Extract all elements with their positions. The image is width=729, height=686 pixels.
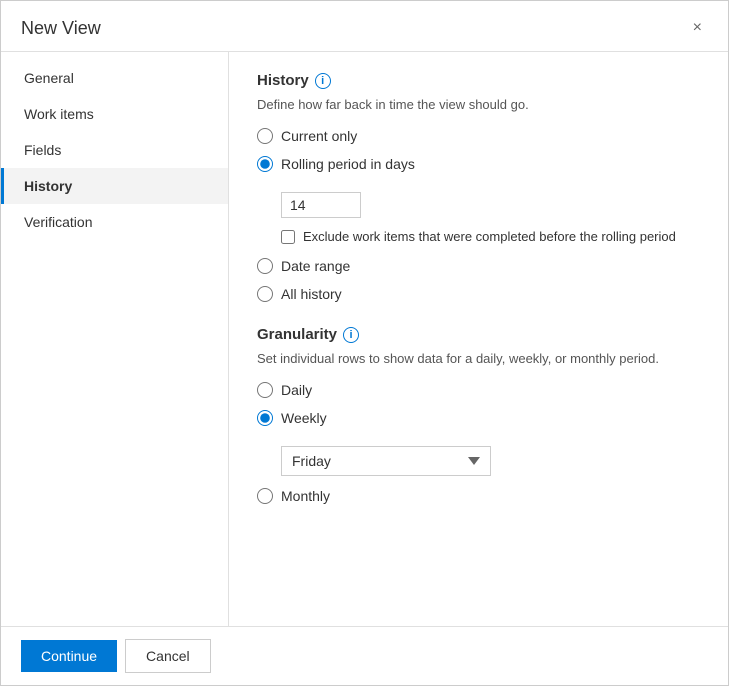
granularity-radio-weekly[interactable]: [257, 410, 273, 426]
granularity-option-daily[interactable]: Daily: [257, 382, 700, 398]
sidebar-item-verification[interactable]: Verification: [1, 204, 228, 240]
dialog-header: New View ×: [1, 1, 728, 52]
granularity-section-title: Granularity i: [257, 326, 700, 343]
granularity-options: Daily Weekly Monday Tuesday Wed: [257, 382, 700, 504]
history-radio-current-only[interactable]: [257, 128, 273, 144]
history-option-date-range[interactable]: Date range: [257, 258, 700, 274]
rolling-days-input[interactable]: [281, 192, 361, 218]
granularity-info-icon[interactable]: i: [343, 327, 359, 343]
exclude-checkbox[interactable]: [281, 230, 295, 244]
history-option-rolling-period[interactable]: Rolling period in days: [257, 156, 700, 172]
sidebar-item-general[interactable]: General: [1, 60, 228, 96]
history-option-all-history[interactable]: All history: [257, 286, 700, 302]
dialog-footer: Continue Cancel: [1, 626, 728, 685]
sidebar-item-history[interactable]: History: [1, 168, 228, 204]
history-description: Define how far back in time the view sho…: [257, 97, 700, 112]
history-section: History i Define how far back in time th…: [257, 72, 700, 302]
sidebar: General Work items Fields History Verifi…: [1, 52, 229, 626]
rolling-period-indent: Exclude work items that were completed b…: [281, 192, 700, 246]
granularity-option-monthly[interactable]: Monthly: [257, 488, 700, 504]
granularity-radio-daily[interactable]: [257, 382, 273, 398]
weekly-day-select[interactable]: Monday Tuesday Wednesday Thursday Friday…: [281, 446, 491, 476]
history-radio-all-history[interactable]: [257, 286, 273, 302]
history-section-title: History i: [257, 72, 700, 89]
weekly-day-select-wrapper: Monday Tuesday Wednesday Thursday Friday…: [281, 446, 491, 476]
granularity-radio-monthly[interactable]: [257, 488, 273, 504]
history-options: Current only Rolling period in days Excl…: [257, 128, 700, 302]
history-radio-date-range[interactable]: [257, 258, 273, 274]
new-view-dialog: New View × General Work items Fields His…: [0, 0, 729, 686]
granularity-description: Set individual rows to show data for a d…: [257, 351, 700, 366]
sidebar-item-fields[interactable]: Fields: [1, 132, 228, 168]
weekly-day-indent: Monday Tuesday Wednesday Thursday Friday…: [281, 446, 700, 476]
sidebar-item-work-items[interactable]: Work items: [1, 96, 228, 132]
granularity-section: Granularity i Set individual rows to sho…: [257, 326, 700, 504]
history-radio-rolling-period[interactable]: [257, 156, 273, 172]
history-info-icon[interactable]: i: [315, 73, 331, 89]
dialog-body: General Work items Fields History Verifi…: [1, 52, 728, 626]
continue-button[interactable]: Continue: [21, 640, 117, 672]
granularity-option-weekly[interactable]: Weekly: [257, 410, 700, 426]
main-content: History i Define how far back in time th…: [229, 52, 728, 626]
history-option-current-only[interactable]: Current only: [257, 128, 700, 144]
close-button[interactable]: ×: [687, 17, 708, 39]
exclude-checkbox-item[interactable]: Exclude work items that were completed b…: [281, 228, 700, 246]
dialog-title: New View: [21, 18, 101, 39]
cancel-button[interactable]: Cancel: [125, 639, 211, 673]
